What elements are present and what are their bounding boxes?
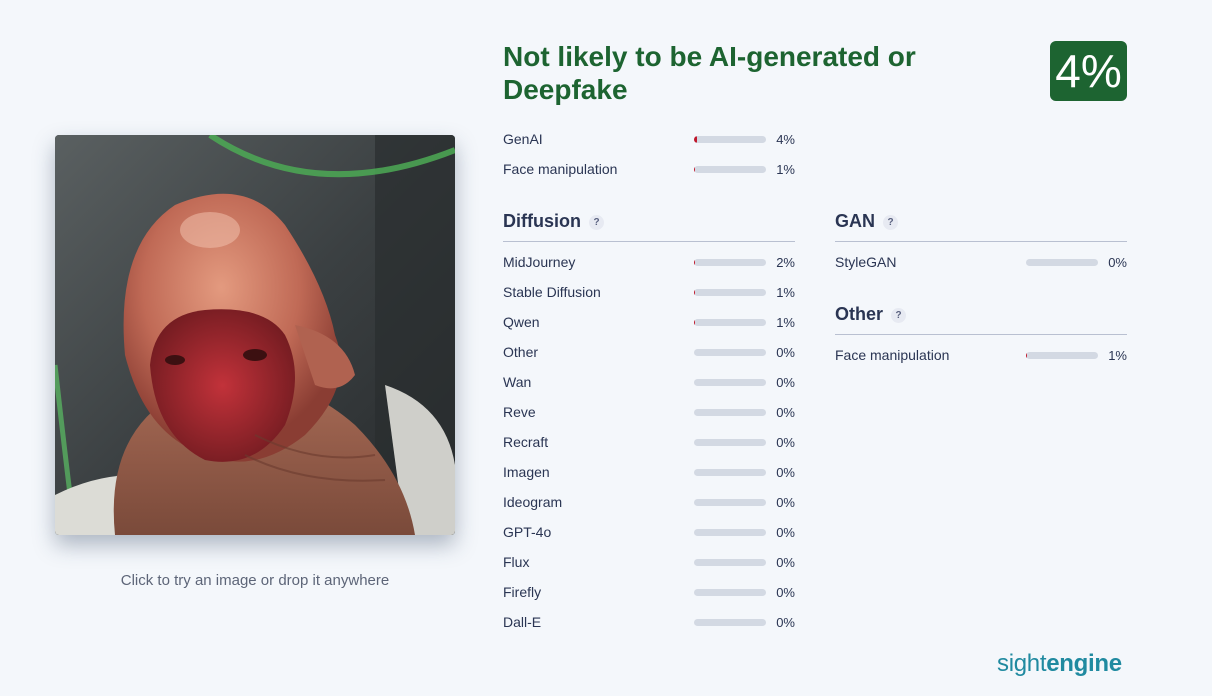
score-bar <box>694 619 766 626</box>
score-row: GPT-4o 0% <box>503 523 795 543</box>
score-percent: 2% <box>776 255 795 270</box>
score-row: Imagen 0% <box>503 463 795 483</box>
score-percent: 0% <box>776 465 795 480</box>
diffusion-title: Diffusion <box>503 211 581 231</box>
score-percent: 4% <box>776 132 795 147</box>
score-bar <box>694 499 766 506</box>
score-bar <box>694 409 766 416</box>
score-row: Other 0% <box>503 343 795 363</box>
score-row: Face manipulation 1% <box>503 160 795 180</box>
score-label: Firefly <box>503 584 542 600</box>
score-row: Face manipulation 1% <box>835 346 1127 366</box>
diffusion-divider <box>503 241 795 242</box>
score-label: GenAI <box>503 131 543 147</box>
score-label: Reve <box>503 404 536 420</box>
score-label: Stable Diffusion <box>503 284 601 300</box>
score-bar-fill <box>694 166 695 173</box>
score-bar <box>694 349 766 356</box>
score-bar <box>694 136 766 143</box>
score-label: StyleGAN <box>835 254 897 270</box>
score-percent: 0% <box>1108 255 1127 270</box>
score-label: Ideogram <box>503 494 563 510</box>
gan-section-title: GAN? <box>835 211 898 232</box>
score-bar-fill <box>694 319 695 326</box>
score-percent: 0% <box>776 405 795 420</box>
score-label: Imagen <box>503 464 550 480</box>
score-label: Dall-E <box>503 614 542 630</box>
score-bar <box>694 166 766 173</box>
score-label: Flux <box>503 554 530 570</box>
sightengine-logo[interactable]: sightengine <box>997 650 1122 678</box>
score-bar-fill <box>694 136 697 143</box>
gan-divider <box>835 241 1127 242</box>
gan-title: GAN <box>835 211 875 231</box>
score-percent: 0% <box>776 525 795 540</box>
score-percent: 0% <box>776 375 795 390</box>
score-percent: 0% <box>776 615 795 630</box>
score-label: Wan <box>503 374 532 390</box>
score-label: GPT-4o <box>503 524 552 540</box>
score-bar <box>694 529 766 536</box>
score-percent: 1% <box>1108 348 1127 363</box>
score-percent: 0% <box>776 345 795 360</box>
score-row: Qwen 1% <box>503 313 795 333</box>
other-section-title: Other? <box>835 304 907 325</box>
score-bar <box>1026 352 1098 359</box>
score-row: Recraft 0% <box>503 433 795 453</box>
overall-score-badge: 4% <box>1050 41 1127 101</box>
score-label: Recraft <box>503 434 549 450</box>
score-percent: 0% <box>776 495 795 510</box>
score-row: Firefly 0% <box>503 583 795 603</box>
score-row: GenAI 4% <box>503 130 795 150</box>
score-percent: 1% <box>776 315 795 330</box>
score-bar-fill <box>694 259 696 266</box>
diffusion-section-title: Diffusion? <box>503 211 604 232</box>
score-bar-fill <box>1026 352 1027 359</box>
logo-light-part: sight <box>997 650 1047 677</box>
score-percent: 0% <box>776 435 795 450</box>
diffusion-help-icon[interactable]: ? <box>589 215 604 230</box>
score-bar <box>694 559 766 566</box>
score-row: Ideogram 0% <box>503 493 795 513</box>
drop-hint[interactable]: Click to try an image or drop it anywher… <box>55 572 455 589</box>
score-bar <box>694 439 766 446</box>
score-row: Reve 0% <box>503 403 795 423</box>
other-title: Other <box>835 304 884 324</box>
score-row: StyleGAN 0% <box>835 253 1127 273</box>
score-bar <box>694 469 766 476</box>
score-bar <box>694 589 766 596</box>
score-percent: 1% <box>776 285 795 300</box>
score-bar-fill <box>694 289 695 296</box>
uploaded-image-preview[interactable] <box>55 135 455 535</box>
creature-photo <box>55 135 455 535</box>
score-row: Stable Diffusion 1% <box>503 283 795 303</box>
score-row: Wan 0% <box>503 373 795 393</box>
score-label: Face manipulation <box>835 347 950 363</box>
score-percent: 0% <box>776 585 795 600</box>
score-row: MidJourney 2% <box>503 253 795 273</box>
score-label: Qwen <box>503 314 540 330</box>
gan-help-icon[interactable]: ? <box>883 215 898 230</box>
score-bar <box>694 259 766 266</box>
score-row: Dall-E 0% <box>503 613 795 633</box>
other-help-icon[interactable]: ? <box>891 308 907 323</box>
other-divider <box>835 334 1127 335</box>
score-percent: 0% <box>776 555 795 570</box>
score-bar <box>694 319 766 326</box>
logo-bold-part: engine <box>1046 650 1122 677</box>
score-label: Face manipulation <box>503 161 618 177</box>
score-label: Other <box>503 344 539 360</box>
score-row: Flux 0% <box>503 553 795 573</box>
score-bar <box>694 289 766 296</box>
score-percent: 1% <box>776 162 795 177</box>
score-bar <box>694 379 766 386</box>
verdict-title: Not likely to be AI-generated or Deepfak… <box>503 41 916 105</box>
score-bar <box>1026 259 1098 266</box>
score-label: MidJourney <box>503 254 576 270</box>
